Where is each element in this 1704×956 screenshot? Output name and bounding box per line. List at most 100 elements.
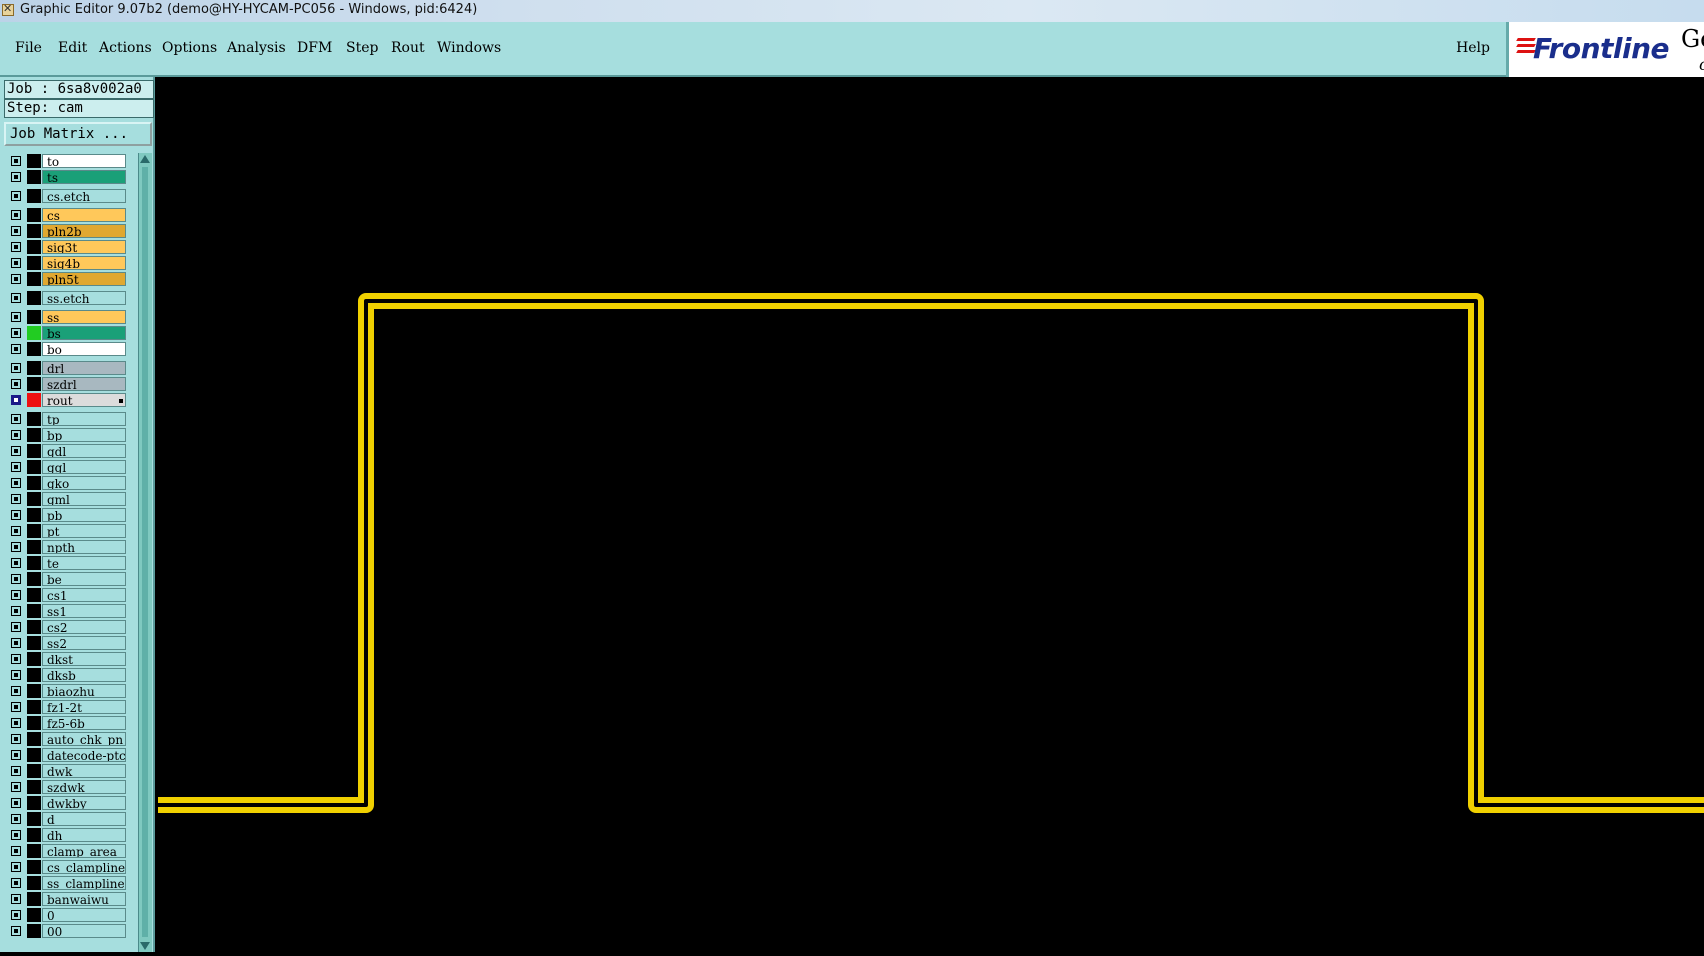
layer-checkbox[interactable] bbox=[11, 191, 21, 201]
layer-color-swatch[interactable] bbox=[27, 393, 41, 407]
layer-row-cs[interactable]: cs bbox=[4, 207, 126, 223]
layer-name[interactable]: dwkby bbox=[42, 796, 126, 810]
layer-name[interactable]: ggl bbox=[42, 460, 126, 474]
layer-row-banwaiwu[interactable]: banwaiwu bbox=[4, 891, 126, 907]
layer-row-ss1[interactable]: ss1 bbox=[4, 603, 126, 619]
layer-row-biaozhu[interactable]: biaozhu bbox=[4, 683, 126, 699]
layer-checkbox[interactable] bbox=[11, 830, 21, 840]
layer-color-swatch[interactable] bbox=[27, 326, 41, 340]
layer-name[interactable]: ss1 bbox=[42, 604, 126, 618]
layer-color-swatch[interactable] bbox=[27, 716, 41, 730]
menu-edit[interactable]: Edit bbox=[58, 40, 87, 56]
layer-row-to[interactable]: to bbox=[4, 153, 126, 169]
layer-checkbox[interactable] bbox=[11, 574, 21, 584]
layer-color-swatch[interactable] bbox=[27, 476, 41, 490]
layer-row-ss2[interactable]: ss2 bbox=[4, 635, 126, 651]
layer-color-swatch[interactable] bbox=[27, 892, 41, 906]
layer-name[interactable]: d bbox=[42, 812, 126, 826]
layer-name[interactable]: ss2 bbox=[42, 636, 126, 650]
layer-checkbox[interactable] bbox=[11, 363, 21, 373]
layer-name[interactable]: cs1 bbox=[42, 588, 126, 602]
layer-color-swatch[interactable] bbox=[27, 310, 41, 324]
layer-checkbox[interactable] bbox=[11, 686, 21, 696]
layer-checkbox[interactable] bbox=[11, 654, 21, 664]
app-icon[interactable] bbox=[2, 2, 14, 16]
layer-checkbox[interactable] bbox=[11, 846, 21, 856]
layer-checkbox[interactable] bbox=[11, 766, 21, 776]
layer-color-swatch[interactable] bbox=[27, 154, 41, 168]
menu-rout[interactable]: Rout bbox=[391, 40, 425, 56]
menu-dfm[interactable]: DFM bbox=[297, 40, 332, 56]
layer-name[interactable]: cs2 bbox=[42, 620, 126, 634]
layer-color-swatch[interactable] bbox=[27, 508, 41, 522]
layer-row-ts[interactable]: ts bbox=[4, 169, 126, 185]
menu-file[interactable]: File bbox=[15, 40, 42, 56]
layer-name[interactable]: to bbox=[42, 154, 126, 168]
layer-checkbox[interactable] bbox=[11, 526, 21, 536]
layer-color-swatch[interactable] bbox=[27, 272, 41, 286]
layer-color-swatch[interactable] bbox=[27, 732, 41, 746]
layer-row-ss_clampline[interactable]: ss_clampline bbox=[4, 875, 126, 891]
layer-name[interactable]: gml bbox=[42, 492, 126, 506]
layer-name[interactable]: te bbox=[42, 556, 126, 570]
layer-color-swatch[interactable] bbox=[27, 291, 41, 305]
layer-row-pt[interactable]: pt bbox=[4, 523, 126, 539]
layer-color-swatch[interactable] bbox=[27, 189, 41, 203]
layer-color-swatch[interactable] bbox=[27, 844, 41, 858]
job-matrix-button[interactable]: Job Matrix ... bbox=[4, 122, 152, 146]
layer-name[interactable]: drl bbox=[42, 361, 126, 375]
layer-color-swatch[interactable] bbox=[27, 652, 41, 666]
layer-row-cs2[interactable]: cs2 bbox=[4, 619, 126, 635]
layer-checkbox[interactable] bbox=[11, 210, 21, 220]
layer-name[interactable]: biaozhu bbox=[42, 684, 126, 698]
layer-row-pln5t[interactable]: pln5t bbox=[4, 271, 126, 287]
layer-checkbox[interactable] bbox=[11, 344, 21, 354]
layer-name[interactable]: 0 bbox=[42, 908, 126, 922]
layer-name[interactable]: szdwk bbox=[42, 780, 126, 794]
layer-name[interactable]: npth bbox=[42, 540, 126, 554]
layer-color-swatch[interactable] bbox=[27, 444, 41, 458]
layer-name[interactable]: bs bbox=[42, 326, 126, 340]
layer-row-be[interactable]: be bbox=[4, 571, 126, 587]
layer-checkbox[interactable] bbox=[11, 462, 21, 472]
layer-color-swatch[interactable] bbox=[27, 256, 41, 270]
menu-options[interactable]: Options bbox=[162, 40, 217, 56]
layer-color-swatch[interactable] bbox=[27, 668, 41, 682]
layer-row-npth[interactable]: npth bbox=[4, 539, 126, 555]
layer-name[interactable]: be bbox=[42, 572, 126, 586]
layer-checkbox[interactable] bbox=[11, 750, 21, 760]
layer-checkbox[interactable] bbox=[11, 782, 21, 792]
layer-checkbox[interactable] bbox=[11, 638, 21, 648]
layer-checkbox[interactable] bbox=[11, 734, 21, 744]
layer-color-swatch[interactable] bbox=[27, 620, 41, 634]
layer-checkbox[interactable] bbox=[11, 718, 21, 728]
scroll-up-icon[interactable] bbox=[140, 155, 150, 163]
layer-color-swatch[interactable] bbox=[27, 208, 41, 222]
layer-color-swatch[interactable] bbox=[27, 224, 41, 238]
menu-analysis[interactable]: Analysis bbox=[227, 40, 286, 56]
layer-checkbox[interactable] bbox=[11, 670, 21, 680]
layer-row-cs1[interactable]: cs1 bbox=[4, 587, 126, 603]
layer-checkbox[interactable] bbox=[11, 446, 21, 456]
layer-name[interactable]: tp bbox=[42, 412, 126, 426]
layer-checkbox[interactable] bbox=[11, 622, 21, 632]
layer-row-cs.etch[interactable]: cs.etch bbox=[4, 188, 126, 204]
layer-name[interactable]: ss.etch bbox=[42, 291, 126, 305]
layer-row-pb[interactable]: pb bbox=[4, 507, 126, 523]
menu-actions[interactable]: Actions bbox=[99, 40, 152, 56]
layer-name[interactable]: dwk bbox=[42, 764, 126, 778]
layer-row-fz1-2t[interactable]: fz1-2t bbox=[4, 699, 126, 715]
layer-checkbox[interactable] bbox=[11, 312, 21, 322]
layer-name[interactable]: sig4b bbox=[42, 256, 126, 270]
layer-color-swatch[interactable] bbox=[27, 460, 41, 474]
layer-name[interactable]: auto_chk_pn bbox=[42, 732, 126, 746]
layer-checkbox[interactable] bbox=[11, 494, 21, 504]
layer-name[interactable]: bo bbox=[42, 342, 126, 356]
layer-checkbox[interactable] bbox=[11, 878, 21, 888]
layer-color-swatch[interactable] bbox=[27, 342, 41, 356]
layer-name[interactable]: fz5-6b bbox=[42, 716, 126, 730]
layer-checkbox[interactable] bbox=[11, 242, 21, 252]
menu-help[interactable]: Help bbox=[1456, 40, 1490, 56]
layer-color-swatch[interactable] bbox=[27, 588, 41, 602]
layer-name[interactable]: gdl bbox=[42, 444, 126, 458]
